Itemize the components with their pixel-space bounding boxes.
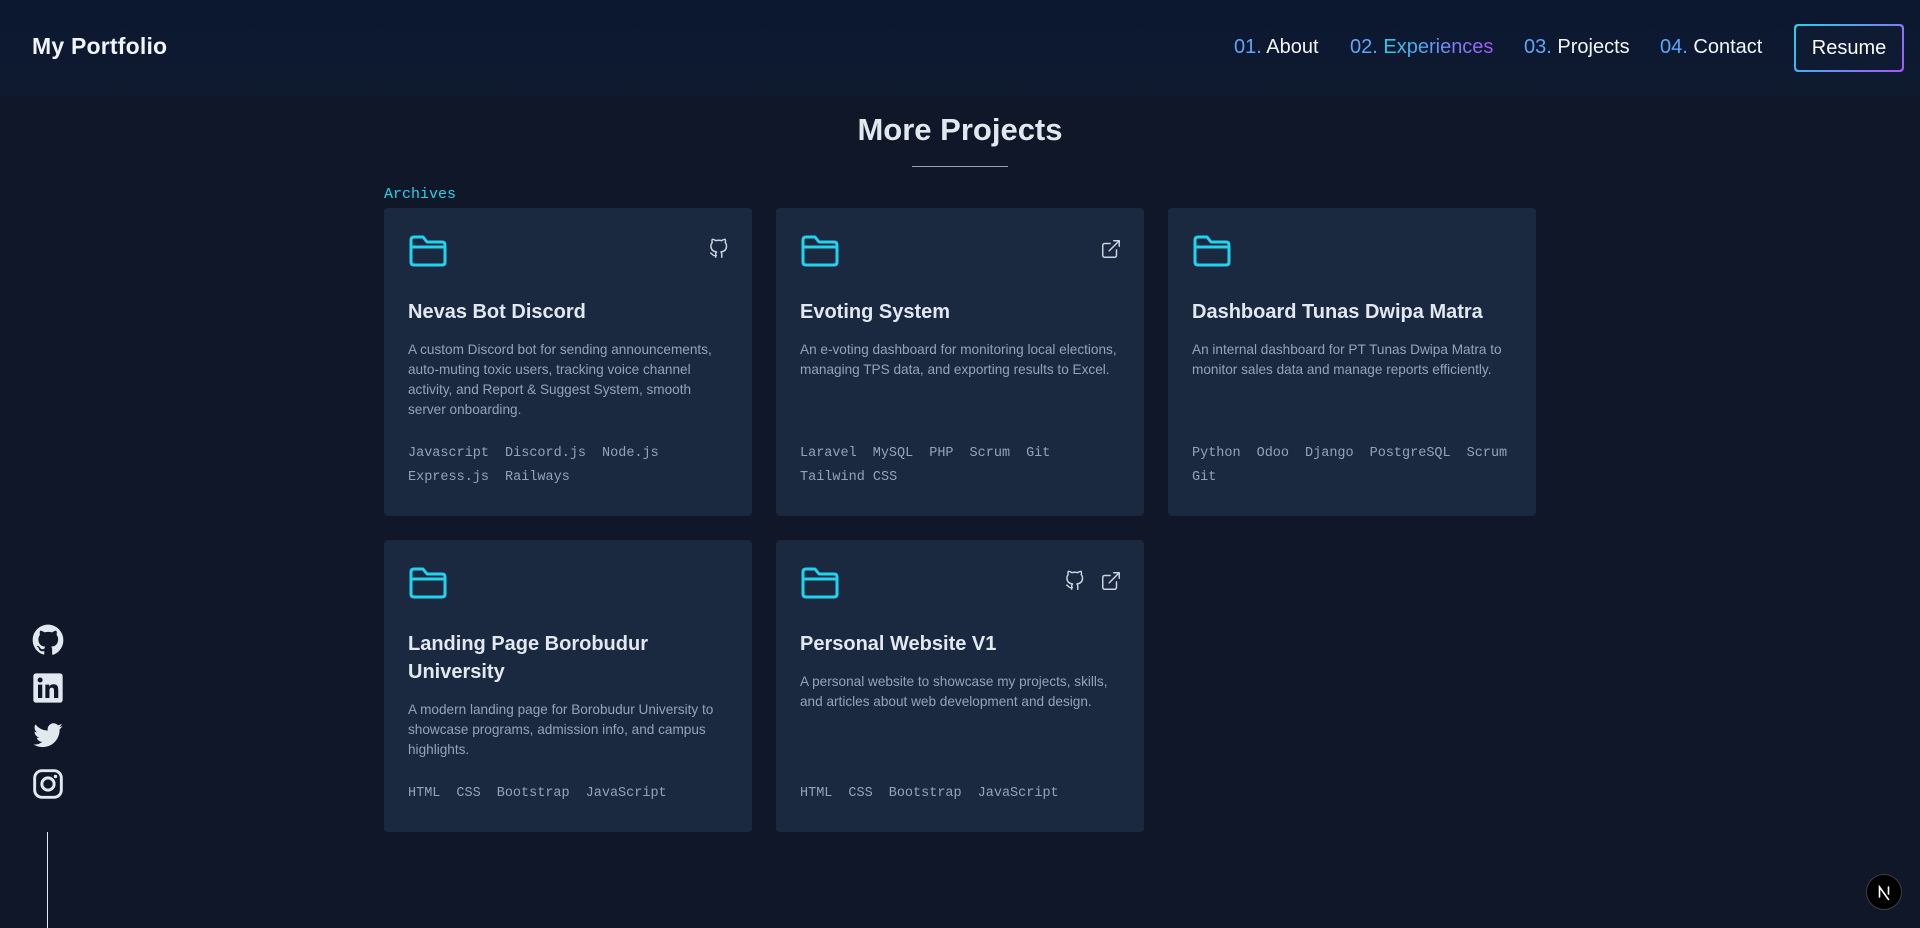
card-actions [1100,238,1122,260]
nav-number: 03. [1524,36,1552,58]
tech-tag: PostgreSQL [1369,446,1451,461]
nav-label: About [1266,36,1319,58]
tech-tag: Railways [505,470,570,485]
main-nav: 01. About 02. Experiences 03. Projects 0… [0,36,1920,66]
sidebar-divider [47,832,48,928]
tech-tag: Tailwind CSS [800,470,898,485]
github-icon[interactable] [708,238,730,260]
tech-tag: PHP [929,446,954,461]
tech-tag: Bootstrap [888,786,962,801]
nav-label: Contact [1693,36,1763,58]
tech-tag: Node.js [602,446,659,461]
tech-tag: Bootstrap [496,786,570,801]
archives-link[interactable]: Archives [384,186,456,203]
folder-icon [801,567,839,599]
twitter-icon[interactable] [32,720,64,752]
project-description: A personal website to showcase my projec… [800,674,1108,709]
project-title[interactable]: Personal Website V1 [800,630,1120,658]
project-tags: Python Odoo Django PostgreSQL Scrum Git [1192,442,1522,490]
tech-tag: Git [1026,446,1051,461]
nav-item-projects[interactable]: 03. Projects [1524,36,1630,59]
tech-tag: Odoo [1256,446,1290,461]
section-title: More Projects [857,112,1063,147]
project-card[interactable]: Dashboard Tunas Dwipa Matra An internal … [1168,208,1536,516]
folder-icon [409,235,447,267]
project-description: An internal dashboard for PT Tunas Dwipa… [1192,342,1502,377]
tech-tag: CSS [456,786,481,801]
project-title[interactable]: Dashboard Tunas Dwipa Matra [1192,298,1512,326]
nextjs-logo-icon [1878,884,1890,901]
nav-item-experiences[interactable]: 02. Experiences [1350,36,1493,59]
project-description: A custom Discord bot for sending announc… [408,342,712,417]
tech-tag: HTML [408,786,441,801]
nav-label: Projects [1557,36,1630,58]
project-card[interactable]: Nevas Bot Discord A custom Discord bot f… [384,208,752,516]
project-tags: Javascript Discord.js Node.js Express.js… [408,442,738,490]
title-divider [912,166,1008,167]
project-card[interactable]: Evoting System An e-voting dashboard for… [776,208,1144,516]
tech-tag: Scrum [1466,446,1508,461]
tech-tag: Javascript [408,446,490,461]
nav-number: 02. [1350,36,1378,58]
tech-tag: Discord.js [505,446,587,461]
external-link-icon[interactable] [1100,238,1122,260]
github-icon[interactable] [32,624,64,656]
card-actions [708,238,730,260]
tech-tag: HTML [800,786,833,801]
project-title[interactable]: Nevas Bot Discord [408,298,728,326]
project-tags: HTML CSS Bootstrap JavaScript [800,782,1130,806]
site-header: My Portfolio 01. About 02. Experiences 0… [0,0,1920,96]
resume-label: Resume [1796,26,1902,70]
tech-tag: Scrum [969,446,1011,461]
card-actions [1064,570,1122,592]
folder-icon [409,567,447,599]
nav-item-contact[interactable]: 04. Contact [1660,36,1762,59]
tech-tag: JavaScript [977,786,1059,801]
project-tags: Laravel MySQL PHP Scrum Git Tailwind CSS [800,442,1130,490]
tech-tag: JavaScript [585,786,667,801]
project-card[interactable]: Personal Website V1 A personal website t… [776,540,1144,832]
tech-tag: Laravel [800,446,857,461]
project-description: A modern landing page for Borobudur Univ… [408,702,714,757]
tech-tag: Python [1192,446,1241,461]
project-tags: HTML CSS Bootstrap JavaScript [408,782,738,806]
instagram-icon[interactable] [32,768,64,800]
tech-tag: Git [1192,470,1217,485]
nav-item-about[interactable]: 01. About [1234,36,1319,59]
tech-tag: Express.js [408,470,490,485]
project-title[interactable]: Landing Page Borobudur University [408,630,728,686]
linkedin-icon[interactable] [32,672,64,704]
nav-number: 01. [1234,36,1262,58]
tech-tag: CSS [848,786,873,801]
nav-label: Experiences [1383,36,1494,58]
resume-button[interactable]: Resume [1794,24,1904,72]
project-description: An e-voting dashboard for monitoring loc… [800,342,1117,377]
external-link-icon[interactable] [1100,570,1122,592]
tech-tag: Django [1305,446,1354,461]
project-card[interactable]: Landing Page Borobudur University A mode… [384,540,752,832]
nextjs-badge[interactable] [1866,874,1902,910]
tech-tag: MySQL [872,446,914,461]
project-title[interactable]: Evoting System [800,298,1120,326]
github-icon[interactable] [1064,570,1086,592]
folder-icon [1193,235,1231,267]
nav-number: 04. [1660,36,1688,58]
folder-icon [801,235,839,267]
